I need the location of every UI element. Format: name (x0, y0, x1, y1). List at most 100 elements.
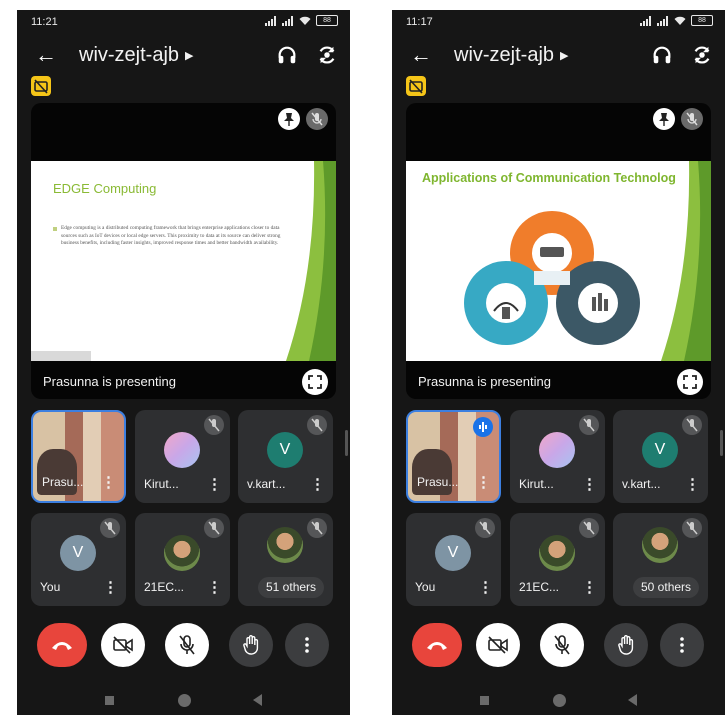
mic-off-icon (475, 518, 495, 538)
others-count[interactable]: 50 others (633, 577, 700, 598)
captions-off-icon[interactable] (406, 76, 426, 96)
communication-diagram (464, 211, 640, 345)
recents-icon[interactable] (480, 696, 489, 705)
participant-name: 21EC... (144, 580, 185, 594)
others-tile[interactable]: 50 others (613, 513, 708, 606)
fullscreen-icon[interactable] (677, 369, 703, 395)
more-vert-icon[interactable]: ⋮ (582, 477, 597, 492)
pin-icon[interactable] (653, 108, 675, 130)
participant-tile[interactable]: V You ⋮ (31, 513, 126, 606)
mic-toggle-button[interactable] (165, 623, 209, 667)
presentation-stage[interactable]: Applications of Communication Technolog … (406, 103, 711, 399)
status-bar: 11:17 88 (392, 10, 725, 36)
more-vert-icon[interactable]: ⋮ (685, 477, 700, 492)
mic-off-icon (579, 518, 599, 538)
nav-back-icon[interactable] (253, 694, 262, 706)
raise-hand-icon (243, 635, 259, 655)
participant-tile[interactable]: Kirut... ⋮ (135, 410, 230, 503)
participant-tile[interactable]: Kirut... ⋮ (510, 410, 605, 503)
switch-camera-icon[interactable] (316, 44, 338, 66)
pin-icon[interactable] (278, 108, 300, 130)
more-vert-icon[interactable]: ⋮ (101, 475, 116, 490)
back-arrow-icon[interactable]: ← (410, 42, 432, 68)
others-count[interactable]: 51 others (258, 577, 325, 598)
recents-icon[interactable] (105, 696, 114, 705)
scrollbar[interactable] (720, 430, 723, 456)
end-call-button[interactable] (37, 623, 87, 667)
participant-tile[interactable]: Prasu... ⋮ (406, 410, 501, 503)
slide-body: Edge computing is a distributed computin… (53, 225, 281, 247)
participant-tile[interactable]: Prasu... ⋮ (31, 410, 126, 503)
meeting-title[interactable]: wiv-zejt-ajb ▶ (79, 44, 194, 67)
more-options-button[interactable] (660, 623, 704, 667)
mic-off-icon (179, 635, 195, 655)
shared-slide: EDGE Computing Edge computing is a distr… (31, 161, 336, 361)
android-nav-bar (392, 688, 725, 715)
headphones-icon[interactable] (651, 44, 673, 66)
back-arrow-icon[interactable]: ← (35, 42, 57, 68)
more-vert-icon[interactable]: ⋮ (582, 580, 597, 595)
mic-off-icon (100, 518, 120, 538)
home-icon[interactable] (178, 694, 191, 707)
more-vert-icon[interactable]: ⋮ (103, 580, 118, 595)
avatar: V (435, 535, 471, 571)
status-time: 11:17 (406, 16, 433, 28)
headphones-icon[interactable] (276, 44, 298, 66)
status-bar: 11:21 88 (17, 10, 350, 36)
participant-tile[interactable]: V You ⋮ (406, 513, 501, 606)
participant-grid: Prasu... ⋮ Kirut... ⋮ V v.kart... ⋮ V Yo… (31, 410, 337, 606)
signal-icon (640, 15, 652, 26)
camera-toggle-button[interactable] (101, 623, 145, 667)
raise-hand-button[interactable] (604, 623, 648, 667)
end-call-icon (52, 642, 72, 650)
signal-icon (265, 15, 277, 26)
home-icon[interactable] (553, 694, 566, 707)
more-vert-icon[interactable]: ⋮ (478, 580, 493, 595)
mic-off-icon (554, 635, 570, 655)
avatar: V (267, 432, 303, 468)
nav-back-icon[interactable] (628, 694, 637, 706)
participant-name: You (415, 580, 436, 594)
slide-title: EDGE Computing (53, 181, 157, 196)
mic-off-icon (204, 415, 224, 435)
participant-name: Kirut... (144, 477, 179, 491)
presenting-label: Prasunna is presenting (418, 374, 551, 389)
mic-off-icon (306, 108, 328, 130)
camera-off-icon (113, 636, 133, 654)
mic-off-icon (204, 518, 224, 538)
app-bar: ← wiv-zejt-ajb ▶ (17, 38, 350, 74)
participant-tile[interactable]: 21EC... ⋮ (510, 513, 605, 606)
end-call-icon (427, 642, 447, 650)
mic-toggle-button[interactable] (540, 623, 584, 667)
meeting-code: wiv-zejt-ajb (454, 44, 555, 66)
end-call-button[interactable] (412, 623, 462, 667)
signal-icon (657, 15, 669, 26)
more-vert-icon[interactable]: ⋮ (207, 580, 222, 595)
scrollbar[interactable] (345, 430, 348, 456)
participant-tile[interactable]: V v.kart... ⋮ (238, 410, 333, 503)
switch-camera-icon[interactable] (691, 44, 713, 66)
others-tile[interactable]: 51 others (238, 513, 333, 606)
captions-off-icon[interactable] (31, 76, 51, 96)
raise-hand-button[interactable] (229, 623, 273, 667)
camera-toggle-button[interactable] (476, 623, 520, 667)
meeting-title[interactable]: wiv-zejt-ajb ▶ (454, 44, 569, 67)
meeting-code: wiv-zejt-ajb (79, 44, 180, 66)
fullscreen-icon[interactable] (302, 369, 328, 395)
avatar (164, 535, 200, 571)
more-vert-icon (305, 637, 309, 653)
status-time: 11:21 (31, 16, 58, 28)
participant-tile[interactable]: V v.kart... ⋮ (613, 410, 708, 503)
more-vert-icon[interactable]: ⋮ (310, 477, 325, 492)
chevron-right-icon: ▶ (560, 50, 569, 63)
presentation-stage[interactable]: EDGE Computing Edge computing is a distr… (31, 103, 336, 399)
participant-name: v.kart... (622, 477, 661, 491)
more-vert-icon[interactable]: ⋮ (207, 477, 222, 492)
more-options-button[interactable] (285, 623, 329, 667)
presenting-label: Prasunna is presenting (43, 374, 176, 389)
mic-off-icon (579, 415, 599, 435)
more-vert-icon[interactable]: ⋮ (476, 475, 491, 490)
more-vert-icon (680, 637, 684, 653)
participant-tile[interactable]: 21EC... ⋮ (135, 513, 230, 606)
participant-grid: Prasu... ⋮ Kirut... ⋮ V v.kart... ⋮ V Yo… (406, 410, 712, 606)
